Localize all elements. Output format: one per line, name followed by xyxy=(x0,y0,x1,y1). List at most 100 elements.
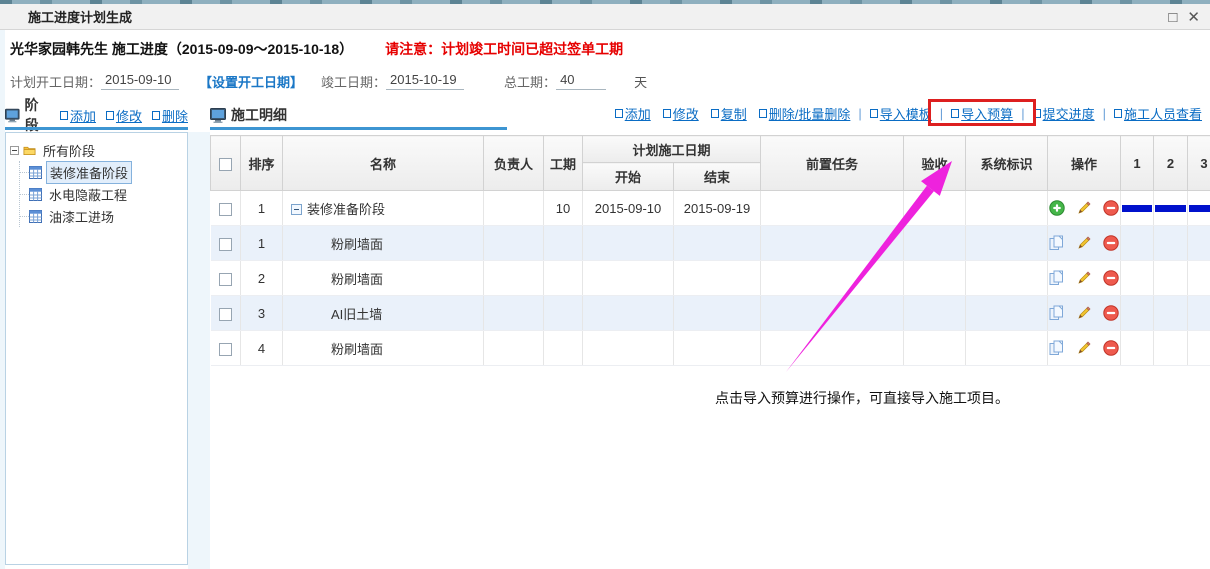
col-day-2: 2 xyxy=(1154,136,1188,191)
delete-icon[interactable] xyxy=(1103,340,1119,356)
dialog-titlebar: 施工进度计划生成 □ ✕ xyxy=(0,4,1210,30)
cell-day-3 xyxy=(1188,226,1210,261)
cell-day-1 xyxy=(1121,261,1154,296)
stage-tree-panel: 所有阶段 装修准备阶段 水电隐蔽工程 油漆工进场 xyxy=(5,132,188,565)
copy-icon[interactable] xyxy=(1049,340,1065,356)
maximize-icon[interactable]: □ xyxy=(1168,10,1177,25)
cell-operation xyxy=(1048,331,1121,366)
cell-system-id xyxy=(966,261,1048,296)
col-order: 排序 xyxy=(241,136,283,191)
cell-operation xyxy=(1048,296,1121,331)
total-duration-input[interactable]: 40 xyxy=(556,72,606,90)
tree-item-label[interactable]: 装修准备阶段 xyxy=(46,161,132,184)
cell-start xyxy=(583,331,674,366)
copy-icon[interactable] xyxy=(1049,270,1065,286)
finish-date-label: 竣工日期： xyxy=(321,72,386,91)
col-day-3: 3 xyxy=(1188,136,1210,191)
row-checkbox[interactable] xyxy=(219,308,232,321)
link-box-icon xyxy=(1114,109,1122,118)
toolbar-import-template-link[interactable]: 导入模板 xyxy=(870,104,932,123)
toolbar-submit-progress-link[interactable]: 提交进度 xyxy=(1033,104,1095,123)
cell-start xyxy=(583,261,674,296)
toolbar-import-budget-link[interactable]: 导入预算 xyxy=(951,104,1013,123)
cell-predecessor xyxy=(761,331,904,366)
tree-item-label[interactable]: 水电隐蔽工程 xyxy=(46,184,130,205)
cell-day-1 xyxy=(1121,331,1154,366)
cell-predecessor xyxy=(761,226,904,261)
cell-name: 粉刷墙面 xyxy=(283,331,484,366)
copy-icon[interactable] xyxy=(1049,305,1065,321)
toolbar-worker-view-link[interactable]: 施工人员查看 xyxy=(1114,104,1202,123)
delete-icon[interactable] xyxy=(1103,270,1119,286)
finish-date-input[interactable]: 2015-10-19 xyxy=(386,72,464,90)
edit-icon[interactable] xyxy=(1076,270,1092,286)
toolbar-delete-link[interactable]: 删除/批量删除 xyxy=(759,104,851,123)
sidebar-item-decoration-prep[interactable]: 装修准备阶段 xyxy=(20,161,183,183)
edit-icon[interactable] xyxy=(1076,305,1092,321)
edit-icon[interactable] xyxy=(1076,340,1092,356)
toolbar-add-link[interactable]: 添加 xyxy=(615,104,651,123)
delete-icon[interactable] xyxy=(1103,200,1119,216)
cell-system-id xyxy=(966,226,1048,261)
stage-header-underline xyxy=(5,127,188,130)
detail-toolbar: 添加 修改 复制 删除/批量删除 | 导入模板 | 导入预算 | 提交进度 | … xyxy=(609,100,1208,127)
cell-end xyxy=(674,261,761,296)
cell-day-3 xyxy=(1188,191,1210,226)
toolbar-separator: | xyxy=(1021,106,1024,121)
plan-start-input[interactable]: 2015-09-10 xyxy=(101,72,179,90)
cell-duration: 10 xyxy=(544,191,583,226)
detail-table-area: 排序 名称 负责人 工期 计划施工日期 前置任务 验收 系统标识 操作 1 2 … xyxy=(210,135,1210,565)
select-all-checkbox[interactable] xyxy=(219,158,232,171)
tree-connector xyxy=(20,194,29,195)
cell-day-2 xyxy=(1154,296,1188,331)
row-checkbox[interactable] xyxy=(219,238,232,251)
cell-name: AI旧土墙 xyxy=(283,296,484,331)
row-checkbox[interactable] xyxy=(219,343,232,356)
table-icon xyxy=(29,188,42,201)
collapse-expander-icon[interactable] xyxy=(291,204,302,215)
delete-icon[interactable] xyxy=(1103,305,1119,321)
cell-predecessor xyxy=(761,296,904,331)
col-duration: 工期 xyxy=(544,136,583,191)
col-day-1: 1 xyxy=(1121,136,1154,191)
row-checkbox[interactable] xyxy=(219,203,232,216)
cell-system-id xyxy=(966,191,1048,226)
cell-order: 2 xyxy=(241,261,283,296)
col-system-id: 系统标识 xyxy=(966,136,1048,191)
tree-item-label[interactable]: 油漆工进场 xyxy=(46,206,117,227)
cell-predecessor xyxy=(761,261,904,296)
edit-icon[interactable] xyxy=(1076,235,1092,251)
cell-select xyxy=(211,296,241,331)
close-icon[interactable]: ✕ xyxy=(1187,10,1200,25)
cell-day-2 xyxy=(1154,261,1188,296)
cell-owner xyxy=(484,331,544,366)
add-icon[interactable] xyxy=(1049,200,1065,216)
stage-add-link[interactable]: 添加 xyxy=(60,106,96,125)
cell-end xyxy=(674,331,761,366)
cell-owner xyxy=(484,296,544,331)
stage-delete-link[interactable]: 删除 xyxy=(152,106,188,125)
schedule-warning-text: 请注意：计划竣工时间已超过签单工期 xyxy=(385,39,623,59)
collapse-expander-icon[interactable] xyxy=(10,146,19,155)
edit-icon[interactable] xyxy=(1076,200,1092,216)
tree-root-label[interactable]: 所有阶段 xyxy=(40,140,98,161)
sidebar-item-plumbing-electric[interactable]: 水电隐蔽工程 xyxy=(20,183,183,205)
cell-start xyxy=(583,226,674,261)
col-plan-dates-group: 计划施工日期 xyxy=(583,136,761,163)
tree-root-all-stages[interactable]: 所有阶段 xyxy=(10,139,183,161)
cell-end xyxy=(674,296,761,331)
delete-icon[interactable] xyxy=(1103,235,1119,251)
row-checkbox[interactable] xyxy=(219,273,232,286)
annotation-text: 点击导入预算进行操作，可直接导入施工项目。 xyxy=(715,388,1009,408)
set-start-date-link[interactable]: 【设置开工日期】 xyxy=(199,72,303,91)
toolbar-copy-link[interactable]: 复制 xyxy=(711,104,747,123)
dialog-title: 施工进度计划生成 xyxy=(28,7,132,26)
copy-icon[interactable] xyxy=(1049,235,1065,251)
cell-owner xyxy=(484,226,544,261)
cell-select xyxy=(211,226,241,261)
cell-order: 1 xyxy=(241,226,283,261)
table-row: 1 粉刷墙面 xyxy=(211,226,1210,261)
toolbar-edit-link[interactable]: 修改 xyxy=(663,104,699,123)
sidebar-item-painting[interactable]: 油漆工进场 xyxy=(20,205,183,227)
stage-edit-link[interactable]: 修改 xyxy=(106,106,142,125)
